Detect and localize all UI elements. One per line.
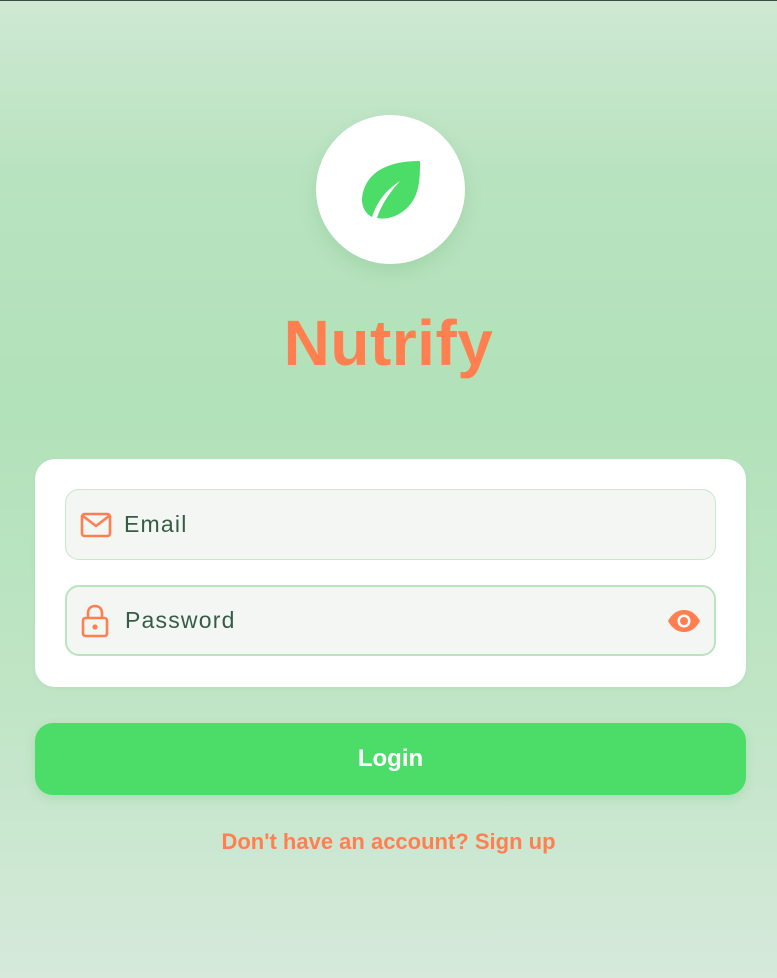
login-button[interactable]: Login — [35, 723, 746, 795]
login-card — [35, 459, 746, 687]
leaf-icon — [361, 161, 420, 219]
password-input[interactable] — [125, 587, 645, 654]
password-field[interactable] — [65, 585, 716, 656]
email-field[interactable] — [65, 489, 716, 560]
eye-icon[interactable] — [667, 609, 701, 633]
mail-icon — [80, 512, 112, 537]
app-title: Nutrify — [283, 307, 494, 379]
lock-icon — [81, 604, 109, 637]
signup-link[interactable]: Don't have an account? Sign up — [0, 829, 777, 855]
login-screen: Nutrify Login Don't have an account? — [0, 0, 777, 978]
email-input[interactable] — [124, 490, 644, 559]
